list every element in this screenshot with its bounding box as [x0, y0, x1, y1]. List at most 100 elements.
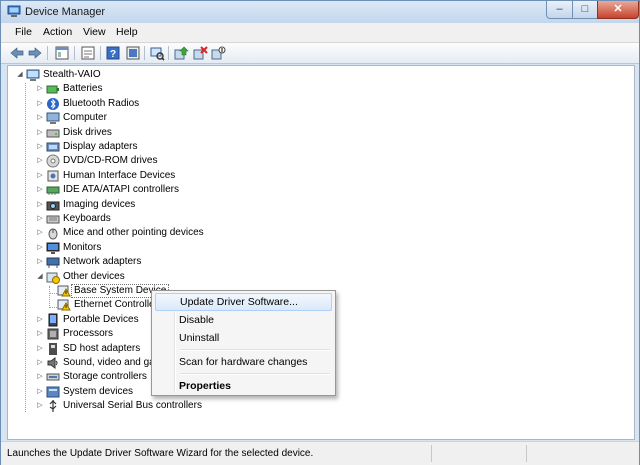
- device-manager-window: Device Manager – □ ✕ File Action View He…: [0, 0, 640, 465]
- expand-arrow-icon[interactable]: ▷: [36, 154, 44, 168]
- expand-arrow-icon[interactable]: ▷: [36, 399, 44, 413]
- menu-file[interactable]: File: [15, 26, 32, 38]
- expand-arrow-icon[interactable]: ▷: [36, 226, 44, 240]
- computer-icon: [26, 68, 40, 82]
- tree-category-label: Display adapters: [63, 141, 138, 152]
- tree-guide-line: [25, 83, 26, 412]
- toolbar: ?: [1, 43, 639, 64]
- window-title: Device Manager: [25, 6, 106, 18]
- tree-category-label: Portable Devices: [63, 314, 139, 325]
- system-device-icon: [46, 385, 60, 399]
- menu-bar: File Action View Help: [1, 23, 639, 43]
- update-driver-icon[interactable]: [173, 45, 189, 61]
- expand-arrow-icon[interactable]: ▷: [36, 140, 44, 154]
- minimize-button[interactable]: –: [546, 1, 573, 19]
- menu-help[interactable]: Help: [116, 26, 138, 38]
- tree-category-label: Mice and other pointing devices: [63, 227, 204, 238]
- battery-icon: [46, 82, 60, 96]
- expand-arrow-icon[interactable]: ▷: [36, 82, 44, 96]
- display-adapter-icon: [46, 140, 60, 154]
- context-update-driver[interactable]: Update Driver Software...: [155, 293, 332, 311]
- expand-arrow-icon[interactable]: ▷: [36, 313, 44, 327]
- sd-host-icon: [46, 342, 60, 356]
- expand-arrow-icon[interactable]: ▷: [36, 183, 44, 197]
- tree-category-label: Storage controllers: [63, 371, 147, 382]
- expand-arrow-icon[interactable]: ▷: [36, 111, 44, 125]
- context-separator: [180, 373, 330, 375]
- monitor-icon: [46, 241, 60, 255]
- context-disable[interactable]: Disable: [155, 311, 332, 329]
- expand-arrow-icon[interactable]: ▷: [36, 212, 44, 226]
- network-adapter-icon: [46, 255, 60, 269]
- expand-arrow-icon[interactable]: ▷: [36, 126, 44, 140]
- tree-root-label: Stealth-VAIO: [43, 69, 101, 80]
- tree-category-label: Imaging devices: [63, 199, 136, 210]
- tree-guide-line: [49, 286, 50, 308]
- collapse-arrow-icon[interactable]: ◢: [16, 68, 24, 82]
- tree-category-label: Disk drives: [63, 127, 112, 138]
- disable-icon[interactable]: [210, 45, 226, 61]
- keyboard-icon: [46, 212, 60, 226]
- expand-arrow-icon[interactable]: ▷: [36, 241, 44, 255]
- toolbar-separator: [74, 46, 75, 60]
- bluetooth-icon: [46, 97, 60, 111]
- context-uninstall[interactable]: Uninstall: [155, 329, 332, 347]
- disk-drive-icon: [46, 126, 60, 140]
- camera-icon: [46, 198, 60, 212]
- context-menu: Update Driver Software... Disable Uninst…: [151, 290, 336, 396]
- tree-category-label: Keyboards: [63, 213, 111, 224]
- toolbar-separator: [47, 46, 48, 60]
- uninstall-icon[interactable]: [192, 45, 208, 61]
- expand-arrow-icon[interactable]: ▷: [36, 370, 44, 384]
- collapse-arrow-icon[interactable]: ◢: [36, 270, 44, 284]
- tree-category-label: DVD/CD-ROM drives: [63, 155, 158, 166]
- expand-arrow-icon[interactable]: ▷: [36, 169, 44, 183]
- expand-arrow-icon[interactable]: ▷: [36, 385, 44, 399]
- tree-category-label: Batteries: [63, 83, 103, 94]
- menu-view[interactable]: View: [83, 26, 106, 38]
- storage-controller-icon: [46, 370, 60, 384]
- toolbar-separator: [144, 46, 145, 60]
- portable-device-icon: [46, 313, 60, 327]
- help-book-icon[interactable]: [125, 45, 141, 61]
- tree-category-label: Processors: [63, 328, 114, 339]
- sound-icon: [46, 356, 60, 370]
- usb-icon: [46, 399, 60, 413]
- expand-arrow-icon[interactable]: ▷: [36, 255, 44, 269]
- expand-arrow-icon[interactable]: ▷: [36, 356, 44, 370]
- expand-arrow-icon[interactable]: ▷: [36, 198, 44, 212]
- svg-text:?: ?: [110, 49, 116, 60]
- scan-hardware-icon[interactable]: [149, 45, 165, 61]
- tree-category-label: System devices: [63, 386, 134, 397]
- dvd-drive-icon: [46, 154, 60, 168]
- tree-category-label: Network adapters: [63, 256, 142, 267]
- context-properties[interactable]: Properties: [155, 377, 332, 395]
- mouse-icon: [46, 226, 60, 240]
- warning-device-icon: [57, 298, 71, 312]
- warning-device-icon: [57, 284, 71, 298]
- expand-arrow-icon[interactable]: ▷: [36, 97, 44, 111]
- context-scan-hardware[interactable]: Scan for hardware changes: [155, 353, 332, 371]
- title-bar[interactable]: Device Manager – □ ✕: [1, 1, 639, 23]
- toolbar-separator: [100, 46, 101, 60]
- ide-controller-icon: [46, 183, 60, 197]
- back-icon[interactable]: [9, 45, 25, 61]
- menu-action[interactable]: Action: [43, 26, 72, 38]
- device-manager-app-icon: [7, 5, 21, 17]
- show-hide-icon[interactable]: [80, 45, 96, 61]
- maximize-button[interactable]: □: [572, 1, 598, 19]
- status-bar: Launches the Update Driver Software Wiza…: [1, 441, 639, 465]
- other-devices-icon: [46, 270, 60, 284]
- help-icon[interactable]: ?: [105, 45, 121, 61]
- tree-category-label: Other devices: [63, 271, 125, 282]
- properties-pane-icon[interactable]: [54, 45, 70, 61]
- toolbar-separator: [168, 46, 169, 60]
- status-text: Launches the Update Driver Software Wiza…: [7, 448, 314, 459]
- expand-arrow-icon[interactable]: ▷: [36, 327, 44, 341]
- close-button[interactable]: ✕: [597, 1, 639, 19]
- expand-arrow-icon[interactable]: ▷: [36, 342, 44, 356]
- tree-category-label: SD host adapters: [63, 343, 141, 354]
- processor-icon: [46, 327, 60, 341]
- tree-category-label: Monitors: [63, 242, 102, 253]
- forward-icon[interactable]: [27, 45, 43, 61]
